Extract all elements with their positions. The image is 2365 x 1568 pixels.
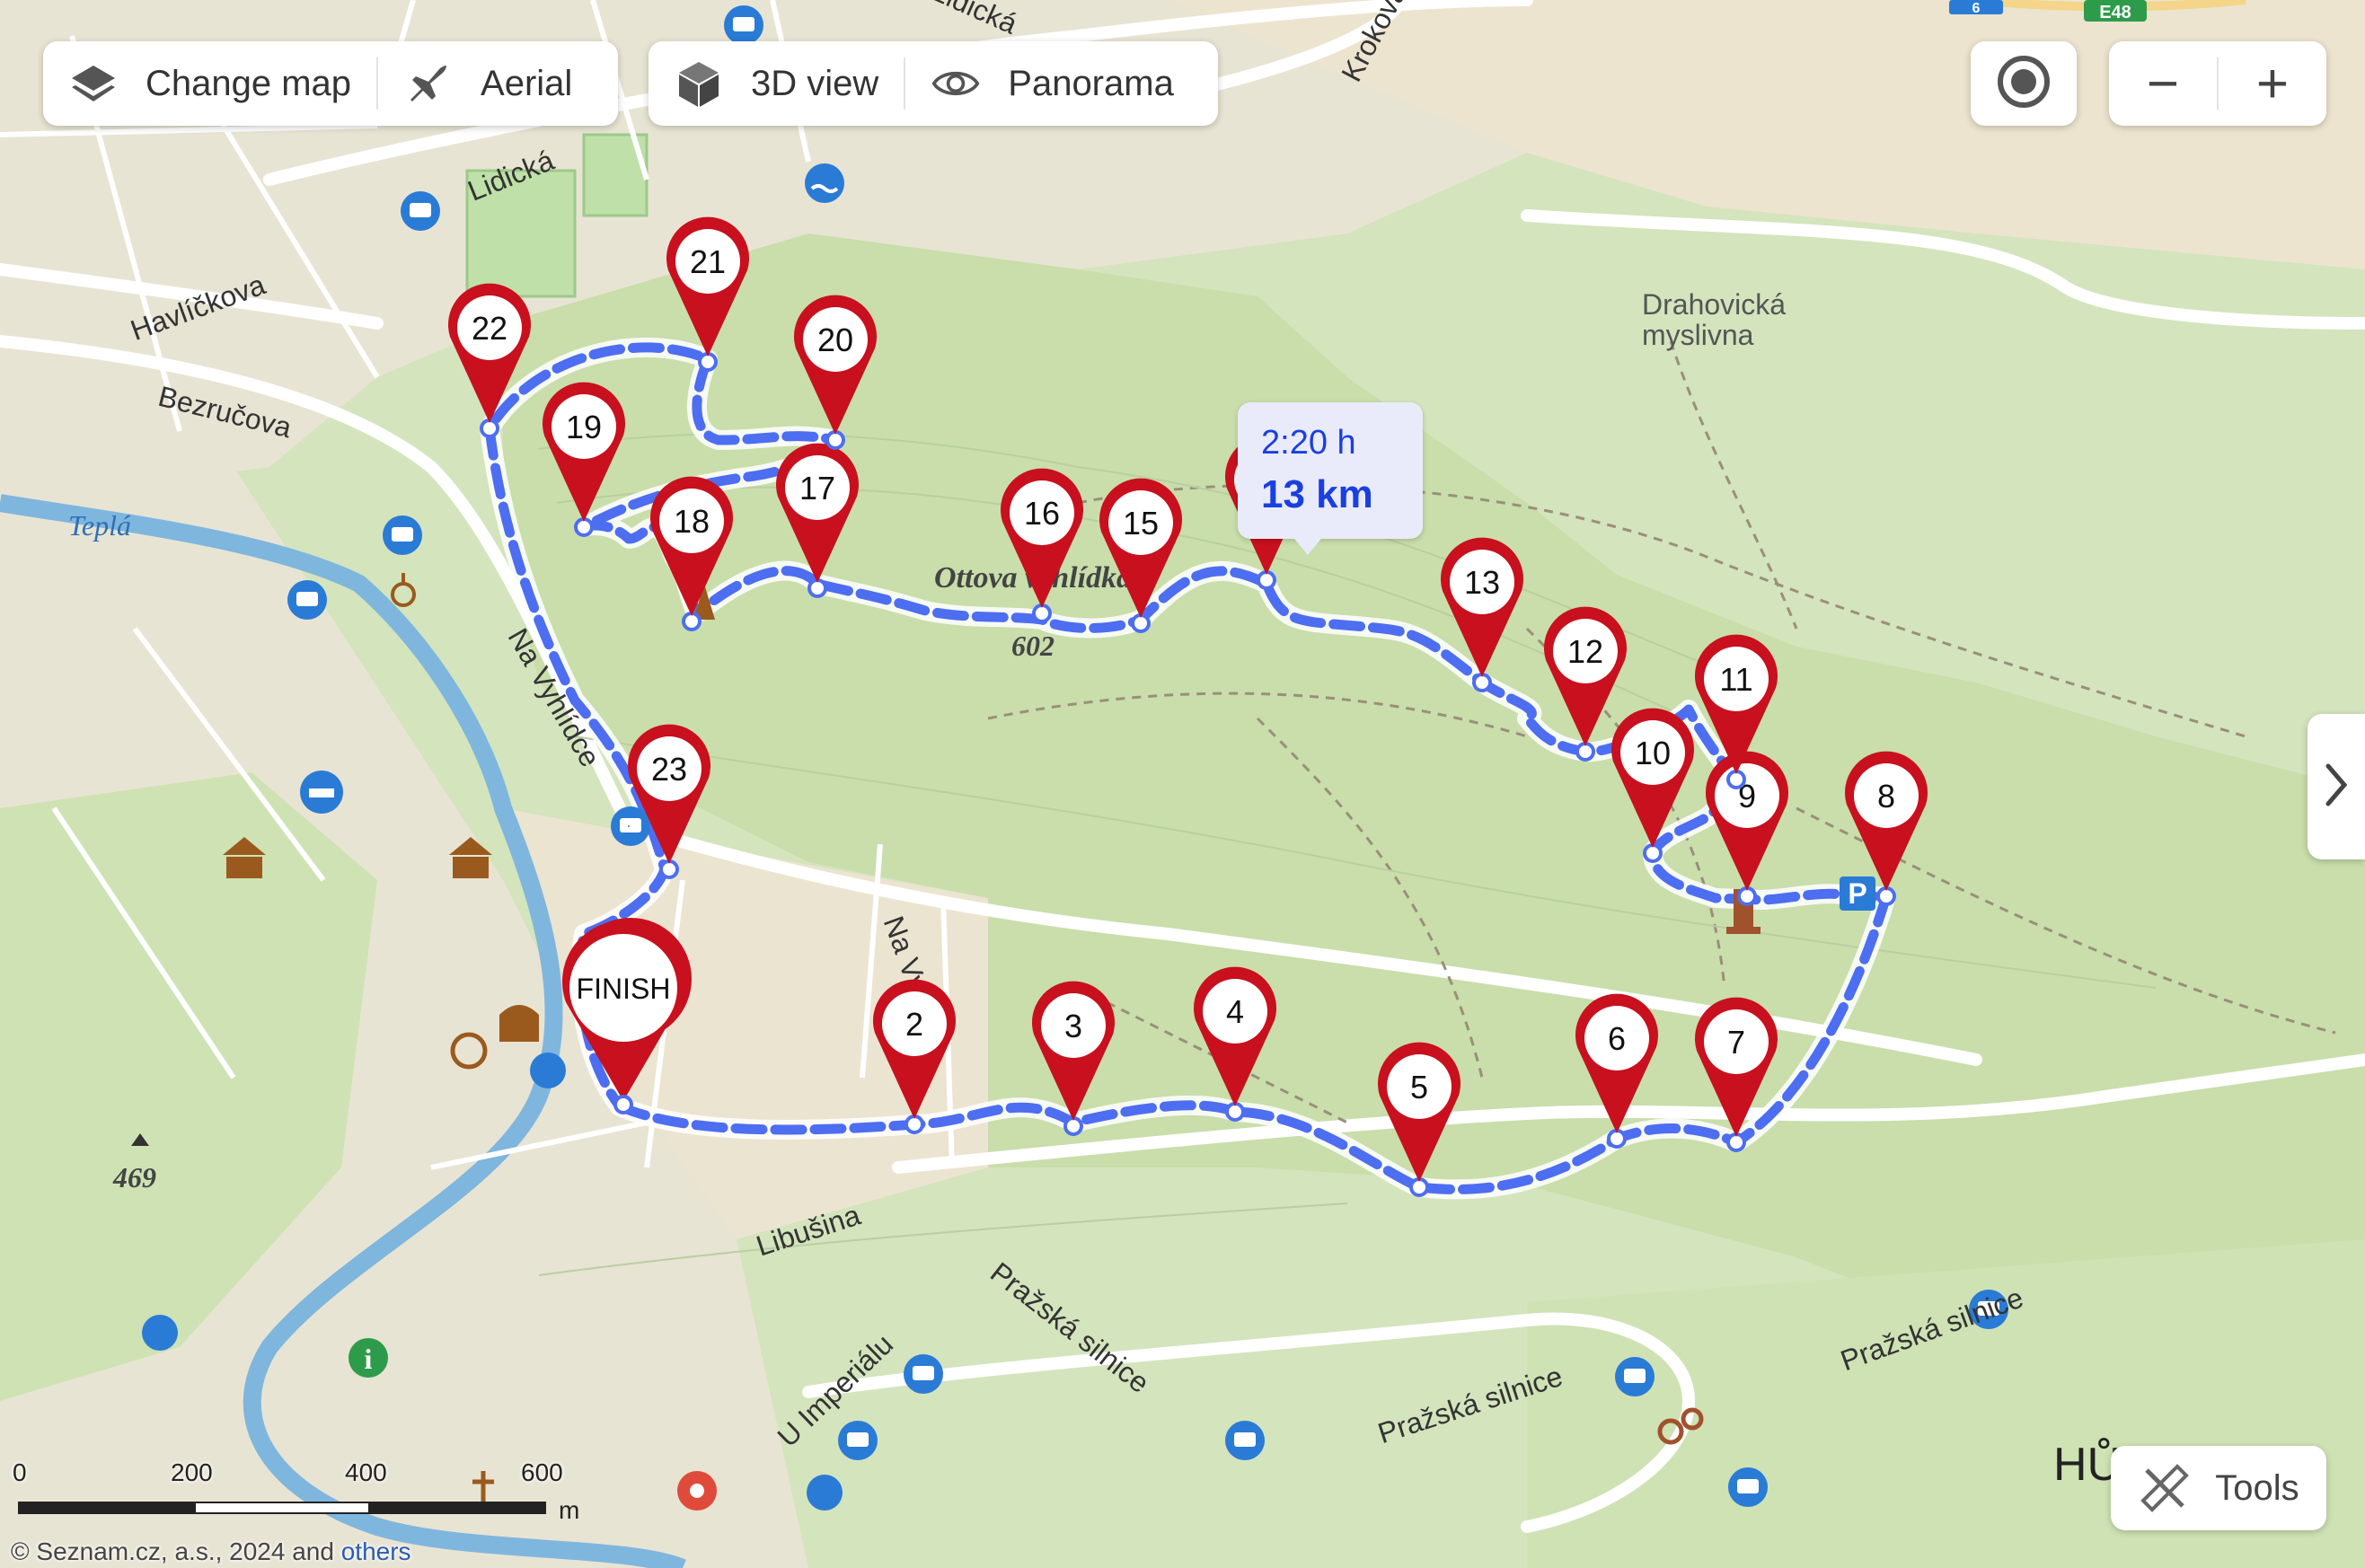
location-target-icon bbox=[1995, 53, 2052, 115]
waypoint-label: 17 bbox=[799, 470, 835, 507]
waypoint-label: 7 bbox=[1727, 1024, 1745, 1061]
road-shield-6: 6 bbox=[1949, 0, 2003, 16]
chevron-right-icon bbox=[2323, 761, 2350, 814]
zoom-out-button[interactable]: − bbox=[2109, 41, 2217, 126]
change-map-button[interactable]: Change map bbox=[43, 41, 376, 126]
aerial-label: Aerial bbox=[481, 63, 573, 103]
waypoint-label: 19 bbox=[566, 409, 602, 445]
3d-view-label: 3D view bbox=[751, 63, 879, 103]
finish-label: FINISH bbox=[577, 973, 671, 1005]
info-icon[interactable]: i bbox=[349, 1338, 388, 1378]
map-type-toolbar: Change map Aerial bbox=[43, 41, 618, 126]
layers-icon bbox=[68, 58, 119, 109]
finish-dot bbox=[613, 1095, 633, 1114]
waypoint-label: 20 bbox=[817, 322, 853, 358]
bus-stop-icon[interactable] bbox=[1615, 1357, 1655, 1396]
place-label-drahovicka: Drahovická bbox=[1642, 288, 1786, 321]
place-label-myslivna: myslivna bbox=[1642, 319, 1754, 351]
view-mode-toolbar: 3D view Panorama bbox=[649, 41, 1218, 126]
tools-label: Tools bbox=[2215, 1467, 2299, 1508]
waypoint-label: 16 bbox=[1024, 495, 1060, 532]
cable-car-icon[interactable] bbox=[142, 1315, 178, 1351]
bus-stop-icon[interactable] bbox=[401, 191, 440, 231]
parking-icon[interactable]: P bbox=[1840, 876, 1875, 911]
waypoint-label: 8 bbox=[1877, 778, 1895, 815]
cube-icon bbox=[674, 58, 724, 109]
waypoint-label: 21 bbox=[690, 243, 726, 280]
waypoint-label: 11 bbox=[1719, 661, 1752, 698]
waypoint-label: 18 bbox=[674, 503, 710, 540]
tunnel-icon[interactable] bbox=[499, 1005, 539, 1042]
bus-stop-icon[interactable] bbox=[1728, 1467, 1768, 1507]
route-distance: 13 km bbox=[1261, 472, 1373, 516]
swimming-pool-icon[interactable] bbox=[805, 163, 844, 203]
attraction-icon[interactable] bbox=[677, 1471, 717, 1511]
scale-tick: 200 bbox=[171, 1458, 213, 1486]
panorama-label: Panorama bbox=[1008, 63, 1174, 103]
bus-stop-icon[interactable] bbox=[611, 806, 650, 846]
waypoint-label: 22 bbox=[472, 310, 507, 347]
bus-stop-icon[interactable] bbox=[287, 580, 327, 620]
tools-button[interactable]: Tools bbox=[2111, 1446, 2326, 1530]
scale-bar: 0 200 400 600 m bbox=[13, 1458, 587, 1530]
copyright-notice: © Seznam.cz, a.s., 2024 and others bbox=[11, 1537, 411, 1566]
eye-icon bbox=[931, 58, 981, 109]
bus-stop-icon[interactable] bbox=[724, 5, 763, 45]
waypoint-label: 2 bbox=[905, 1006, 923, 1043]
scale-tick: 600 bbox=[521, 1458, 563, 1486]
fountain-icon[interactable] bbox=[530, 1053, 566, 1088]
bus-stop-icon[interactable] bbox=[628, 825, 630, 827]
bus-stop-icon[interactable] bbox=[838, 1421, 878, 1460]
locate-control bbox=[1971, 41, 2077, 126]
zoom-in-button[interactable]: + bbox=[2219, 41, 2326, 126]
scale-tick: 0 bbox=[13, 1458, 27, 1486]
fountain-icon[interactable] bbox=[807, 1475, 843, 1511]
svg-text:6: 6 bbox=[1972, 1, 1981, 16]
copyright-others-link[interactable]: others bbox=[341, 1537, 411, 1565]
bus-stop-icon[interactable] bbox=[1225, 1421, 1265, 1460]
panorama-button[interactable]: Panorama bbox=[905, 41, 1199, 126]
my-location-button[interactable] bbox=[1971, 41, 2077, 126]
svg-text:P: P bbox=[1848, 877, 1866, 910]
aerial-button[interactable]: Aerial bbox=[378, 41, 597, 126]
waypoint-label: 13 bbox=[1464, 564, 1500, 601]
waypoint-label: 4 bbox=[1226, 993, 1244, 1030]
water-label-tepla: Teplá bbox=[68, 509, 131, 542]
elevation-label-602: 602 bbox=[1011, 630, 1055, 662]
waypoint-label: 10 bbox=[1635, 735, 1671, 771]
waypoint-label: 6 bbox=[1608, 1020, 1626, 1057]
bus-stop-icon[interactable] bbox=[383, 515, 422, 555]
hotel-bed-icon[interactable] bbox=[300, 771, 343, 814]
zoom-control: − + bbox=[2109, 41, 2326, 126]
route-time: 2:20 h bbox=[1261, 424, 1356, 462]
expand-panel-button[interactable] bbox=[2308, 714, 2365, 859]
waypoint-label: 15 bbox=[1123, 505, 1159, 542]
scale-tick: 400 bbox=[345, 1458, 387, 1486]
scale-unit: m bbox=[559, 1496, 580, 1524]
change-map-label: Change map bbox=[146, 63, 352, 103]
3d-view-button[interactable]: 3D view bbox=[649, 41, 904, 126]
svg-text:E48: E48 bbox=[2099, 3, 2131, 22]
waypoint-label: 23 bbox=[651, 751, 687, 788]
road-shield-e48: E48 bbox=[2084, 0, 2147, 22]
waypoint-label: 5 bbox=[1410, 1069, 1428, 1106]
waypoint-label: 12 bbox=[1567, 633, 1603, 670]
waypoint-label: 3 bbox=[1064, 1008, 1082, 1044]
bus-stop-icon[interactable] bbox=[904, 1354, 943, 1394]
zoom-out-label: − bbox=[2146, 52, 2180, 115]
route-summary-tooltip: 2:20 h 13 km bbox=[1238, 402, 1423, 555]
elevation-label-469: 469 bbox=[112, 1161, 156, 1194]
svg-text:i: i bbox=[365, 1343, 373, 1375]
airplane-icon bbox=[403, 58, 454, 109]
map-canvas[interactable]: P i Lidická Havlíčkova Bezručova Teplá N… bbox=[0, 0, 2365, 1568]
copyright-text: © Seznam.cz, a.s., 2024 and bbox=[11, 1537, 341, 1565]
zoom-in-label: + bbox=[2255, 52, 2290, 115]
ruler-pencil-icon bbox=[2138, 1461, 2192, 1515]
